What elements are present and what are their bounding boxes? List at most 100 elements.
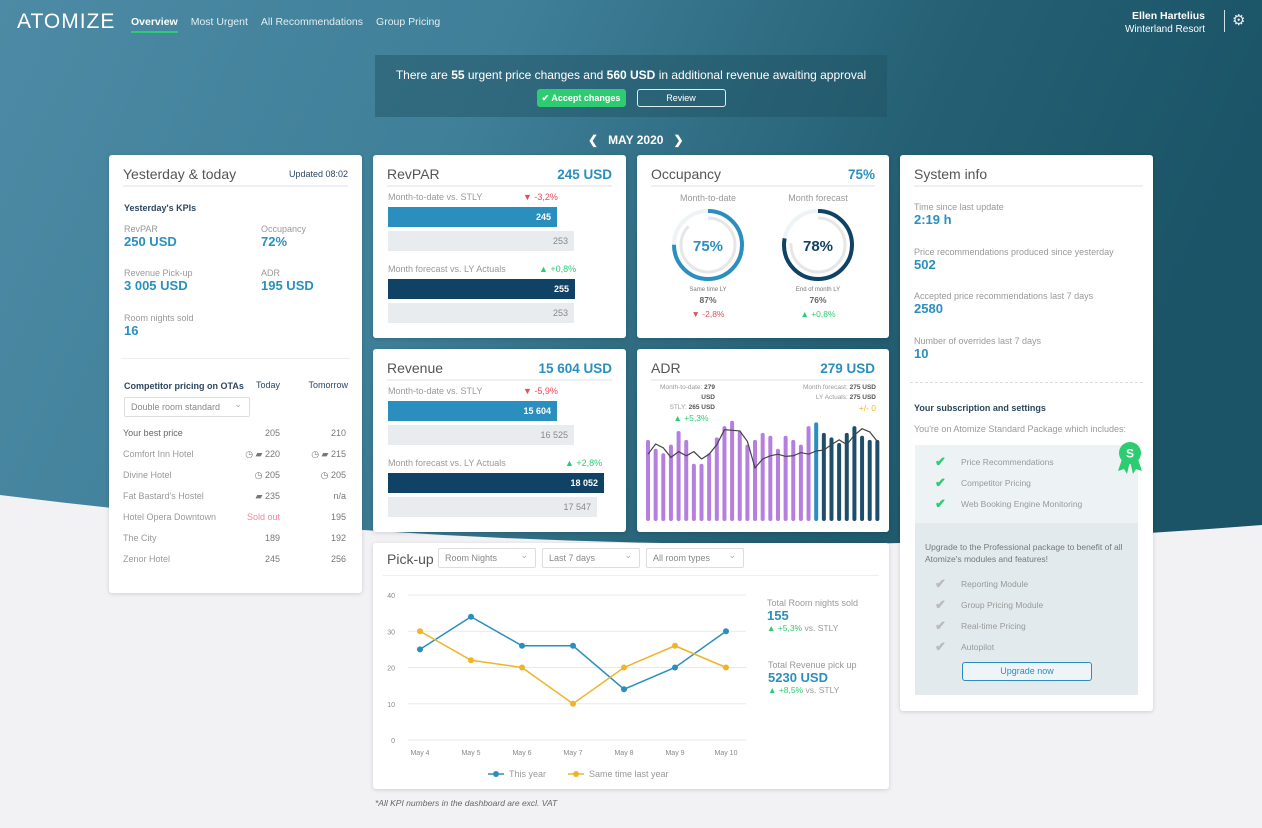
rn-summary: Total Room nights sold 155 ▲ +5,3% vs. ST…: [767, 598, 859, 633]
adr-bar: [852, 426, 857, 521]
competitor-row: Fat Bastard's Hostel ▰ 235 n/a: [123, 491, 348, 505]
system-stat: Price recommendations produced since yes…: [914, 246, 1114, 272]
legend-label: This year: [509, 769, 546, 779]
chevron-right-icon[interactable]: ❯: [673, 133, 683, 147]
data-point: [723, 628, 729, 635]
forecast-label: Month forecast vs. LY Actuals: [388, 458, 506, 468]
check-icon: ✔: [935, 475, 946, 490]
adr-bar: [837, 443, 842, 521]
today-price: ▰ 235: [255, 491, 280, 501]
kpi-occupancy: Occupancy 72%: [261, 224, 307, 249]
hotel-name: Winterland Resort: [1124, 24, 1205, 35]
yesterday-today-card: Yesterday & today Updated 08:02 Yesterday…: [109, 155, 362, 593]
adr-bar: [875, 439, 880, 521]
kpi-revpar: RevPAR 250 USD: [124, 224, 177, 249]
tab-overview[interactable]: Overview: [131, 16, 178, 33]
mtd-change: ▼ -5,9%: [523, 386, 558, 396]
adr-bar: [730, 420, 735, 521]
urgent-banner: There are 55 urgent price changes and 56…: [375, 55, 887, 117]
x-tick-label: May 10: [715, 750, 738, 757]
room-type-select[interactable]: All room types: [646, 548, 744, 568]
revenue-card: Revenue 15 604 USD Month-to-date vs. STLY…: [373, 349, 626, 532]
data-point: [468, 657, 474, 664]
mtd-label: Month-to-date vs. STLY: [388, 192, 483, 202]
period-select[interactable]: Last 7 days: [542, 548, 640, 568]
footnote: *All KPI numbers in the dashboard are ex…: [375, 798, 558, 808]
today-price: 205: [264, 428, 280, 438]
legend-label: Same time last year: [589, 769, 669, 779]
metric-select[interactable]: Room Nights: [438, 548, 536, 568]
check-icon: ✔: [935, 496, 946, 511]
badge-icon: S: [1117, 441, 1142, 475]
system-info-card: System info Time since last update 2:19 h…: [900, 155, 1153, 711]
hotel-name: Your best price: [123, 428, 183, 438]
competitor-row: Comfort Inn Hotel ◷ ▰ 220 ◷ ▰ 215: [123, 449, 348, 463]
donut-label: 78%: [803, 238, 833, 255]
competitor-row: Hotel Opera Downtown Sold out 195: [123, 512, 348, 526]
pickup-card: Pick-up Room Nights Last 7 days All room…: [373, 543, 889, 789]
mtd-bar: 15 604: [388, 401, 557, 421]
tab-most-urgent[interactable]: Most Urgent: [191, 16, 248, 33]
divider: [383, 575, 879, 576]
upgrade-text: Upgrade to the Professional package to b…: [925, 542, 1123, 564]
adr-forecast-info: Month forecast: 275 USD LY Actuals: 275 …: [803, 384, 876, 413]
check-icon: ✔: [935, 639, 946, 654]
gear-icon[interactable]: ⚙: [1232, 11, 1245, 29]
tomorrow-price: ◷ ▰ 215: [311, 449, 346, 459]
data-point: [570, 642, 576, 649]
adr-bar: [707, 453, 712, 521]
x-tick-label: May 7: [563, 750, 582, 757]
adr-bar: [737, 430, 742, 521]
accept-changes-button[interactable]: ✔ Accept changes: [536, 89, 626, 107]
x-tick-label: May 8: [614, 750, 633, 757]
legend-marker: [573, 771, 579, 777]
user-info[interactable]: Ellen Hartelius Winterland Resort: [1125, 10, 1205, 36]
check-icon: ✔: [935, 618, 946, 633]
donut-label: 75%: [693, 238, 723, 255]
data-point: [723, 664, 729, 671]
adr-card: ADR 279 USD Month-to-date: 279 USD STLY: …: [637, 349, 889, 532]
card-value: 245 USD: [557, 166, 612, 182]
tomorrow-price: ◷ 205: [320, 470, 346, 480]
adr-bar: [753, 439, 758, 521]
tab-group-pricing[interactable]: Group Pricing: [376, 16, 440, 33]
tab-all-recommendations[interactable]: All Recommendations: [261, 16, 363, 33]
mtd-bar: 245: [388, 207, 557, 227]
x-tick-label: May 5: [461, 750, 480, 757]
adr-bar: [844, 432, 849, 521]
forecast-donut: 78%: [782, 209, 854, 281]
chevron-left-icon[interactable]: ❮: [588, 133, 598, 147]
data-point: [672, 664, 678, 671]
upgrade-now-button[interactable]: Upgrade now: [962, 662, 1092, 681]
adr-bar: [806, 426, 811, 521]
data-point: [570, 700, 576, 707]
y-tick-label: 10: [387, 702, 395, 709]
hotel-name: Fat Bastard's Hostel: [123, 491, 204, 501]
system-stat: Time since last update 2:19 h: [914, 202, 1004, 227]
tomorrow-price: 192: [330, 533, 346, 543]
adr-bar: [783, 435, 788, 521]
card-title: RevPAR: [387, 166, 440, 182]
competitor-row: Zenor Hotel 245 256: [123, 554, 348, 568]
occupancy-card: Occupancy 75% Month-to-date 75% Same time…: [637, 155, 889, 338]
room-type-select[interactable]: Double room standard: [124, 397, 250, 417]
kpi-title: Yesterday's KPIs: [124, 203, 197, 213]
y-tick-label: 0: [391, 738, 395, 745]
upgrade-feature: Real-time Pricing: [961, 621, 1026, 631]
data-point: [417, 628, 423, 635]
check-circle-icon: ✔: [541, 93, 552, 103]
kpi-room-nights: Room nights sold 16: [124, 313, 194, 338]
logo[interactable]: ATOMIZE: [17, 10, 115, 34]
card-title: ADR: [651, 360, 681, 376]
hotel-name: The City: [123, 533, 157, 543]
check-icon: ✔: [935, 576, 946, 591]
upgrade-feature: Autopilot: [961, 642, 995, 652]
stly-bar: 16 525: [388, 425, 574, 445]
today-price: 189: [264, 533, 280, 543]
hotel-name: Divine Hotel: [123, 470, 172, 480]
review-button[interactable]: Review: [636, 89, 726, 107]
system-stat: Accepted price recommendations last 7 da…: [914, 291, 1094, 316]
adr-bar: [867, 439, 872, 521]
hotel-name: Hotel Opera Downtown: [123, 512, 217, 522]
kpi-revenue-pickup: Revenue Pick-up 3 005 USD: [124, 268, 193, 293]
